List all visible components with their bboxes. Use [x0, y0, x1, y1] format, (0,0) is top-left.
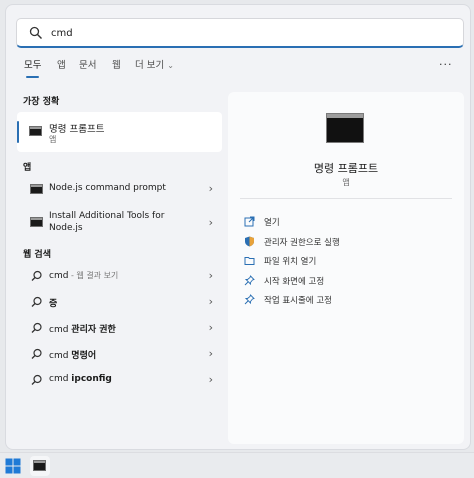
web-search-item[interactable]: cmd 명령어 › [17, 342, 222, 366]
best-match-item[interactable]: 명령 프롬프트 앱 [17, 112, 222, 152]
search-icon [29, 26, 42, 39]
search-icon [31, 322, 42, 333]
search-icon [31, 374, 42, 385]
action-open[interactable]: 열기 [242, 214, 452, 232]
action-open-file-location[interactable]: 파일 위치 열기 [242, 253, 452, 271]
chevron-right-icon[interactable]: › [209, 347, 213, 360]
best-match-heading: 가장 정확 [23, 97, 60, 107]
search-icon [31, 296, 42, 307]
action-label: 시작 화면에 고정 [264, 277, 325, 287]
detail-app-name: 명령 프롬프트 [313, 162, 379, 175]
tab-web[interactable]: 웹 [112, 58, 121, 80]
chevron-right-icon[interactable]: › [209, 295, 213, 308]
open-icon [244, 216, 255, 227]
divider [240, 198, 452, 199]
web-search-label: cmd ipconfig [49, 374, 112, 384]
tab-all[interactable]: 모두 [24, 58, 41, 80]
list-item-label-line1: Install Additional Tools for [49, 211, 165, 221]
windows-start-icon[interactable] [5, 458, 21, 474]
web-search-item[interactable]: 증 › [17, 290, 222, 314]
web-search-query: cmd [49, 351, 72, 361]
list-item-install-tools[interactable]: Install Additional Tools for Node.js › [17, 208, 222, 238]
web-search-heading: 웹 검색 [23, 250, 51, 260]
pin-icon [244, 294, 255, 305]
action-pin-to-taskbar[interactable]: 작업 표시줄에 고정 [242, 292, 452, 310]
chevron-right-icon[interactable]: › [209, 182, 213, 195]
web-search-suggestion: 명령어 [71, 351, 97, 361]
web-search-label: cmd - 웹 결과 보기 [49, 270, 118, 281]
action-label: 관리자 권한으로 실행 [264, 238, 340, 248]
install-tools-icon [30, 217, 43, 227]
tab-more-label: 더 보기 [135, 60, 165, 71]
chevron-right-icon[interactable]: › [209, 321, 213, 334]
best-match-subtitle: 앱 [49, 135, 57, 144]
chevron-right-icon[interactable]: › [209, 373, 213, 386]
chevron-right-icon[interactable]: › [209, 216, 213, 229]
list-item-label: Node.js command prompt [49, 183, 166, 193]
web-search-label: cmd 명령어 [49, 348, 96, 361]
detail-app-kind: 앱 [342, 178, 350, 187]
chevron-down-icon: ⌄ [167, 61, 174, 70]
shield-icon [245, 236, 254, 247]
action-label: 열기 [264, 218, 280, 228]
action-run-as-admin[interactable]: 관리자 권한으로 실행 [242, 234, 452, 252]
filter-tabs: 모두 앱 문서 웹 더 보기 ⌄ ··· [20, 58, 468, 80]
folder-icon [244, 257, 255, 265]
web-search-suggestion: 관리자 권한 [71, 325, 116, 335]
chevron-right-icon[interactable]: › [209, 269, 213, 282]
tab-more[interactable]: 더 보기 ⌄ [135, 58, 174, 80]
tab-documents[interactable]: 문서 [79, 58, 96, 80]
taskbar-terminal-button[interactable] [30, 456, 50, 476]
command-prompt-icon [29, 126, 42, 136]
action-pin-to-start[interactable]: 시작 화면에 고정 [242, 273, 452, 291]
more-options-button[interactable]: ··· [439, 58, 453, 71]
best-match-title: 명령 프롬프트 [49, 124, 105, 135]
web-search-label: 증 [49, 296, 57, 309]
pin-icon [244, 275, 255, 286]
action-label: 작업 표시줄에 고정 [264, 296, 332, 306]
start-search-panel: 모두 앱 문서 웹 더 보기 ⌄ ··· 가장 정확 명령 프롬프트 앱 앱 N… [5, 4, 471, 450]
web-search-suggestion: 증 [49, 299, 58, 309]
detail-pane: 명령 프롬프트 앱 열기 관리자 권한으로 실행 파일 위치 열기 시작 화면에… [228, 92, 464, 444]
search-box[interactable] [16, 18, 464, 48]
web-search-item[interactable]: cmd 관리자 권한 › [17, 316, 222, 340]
web-search-query: cmd [49, 271, 69, 281]
search-input[interactable] [51, 24, 431, 42]
web-search-suffix: - 웹 결과 보기 [68, 271, 119, 280]
terminal-icon [33, 460, 46, 471]
list-item-nodejs-command-prompt[interactable]: Node.js command prompt › [17, 177, 222, 201]
taskbar [0, 452, 474, 478]
action-label: 파일 위치 열기 [264, 257, 317, 267]
search-icon [31, 270, 42, 281]
tab-apps[interactable]: 앱 [57, 58, 66, 80]
list-item-label-line2: Node.js [49, 223, 83, 233]
command-prompt-icon [326, 113, 364, 143]
web-search-query: cmd [49, 374, 72, 384]
apps-heading: 앱 [23, 163, 32, 173]
nodejs-prompt-icon [30, 184, 43, 194]
web-search-query: cmd [49, 325, 72, 335]
web-search-label: cmd 관리자 권한 [49, 322, 116, 335]
web-search-item[interactable]: cmd ipconfig › [17, 368, 222, 392]
web-search-item[interactable]: cmd - 웹 결과 보기 › [17, 264, 222, 288]
search-icon [31, 348, 42, 359]
selection-accent [17, 121, 19, 143]
web-search-suggestion: ipconfig [71, 374, 112, 384]
